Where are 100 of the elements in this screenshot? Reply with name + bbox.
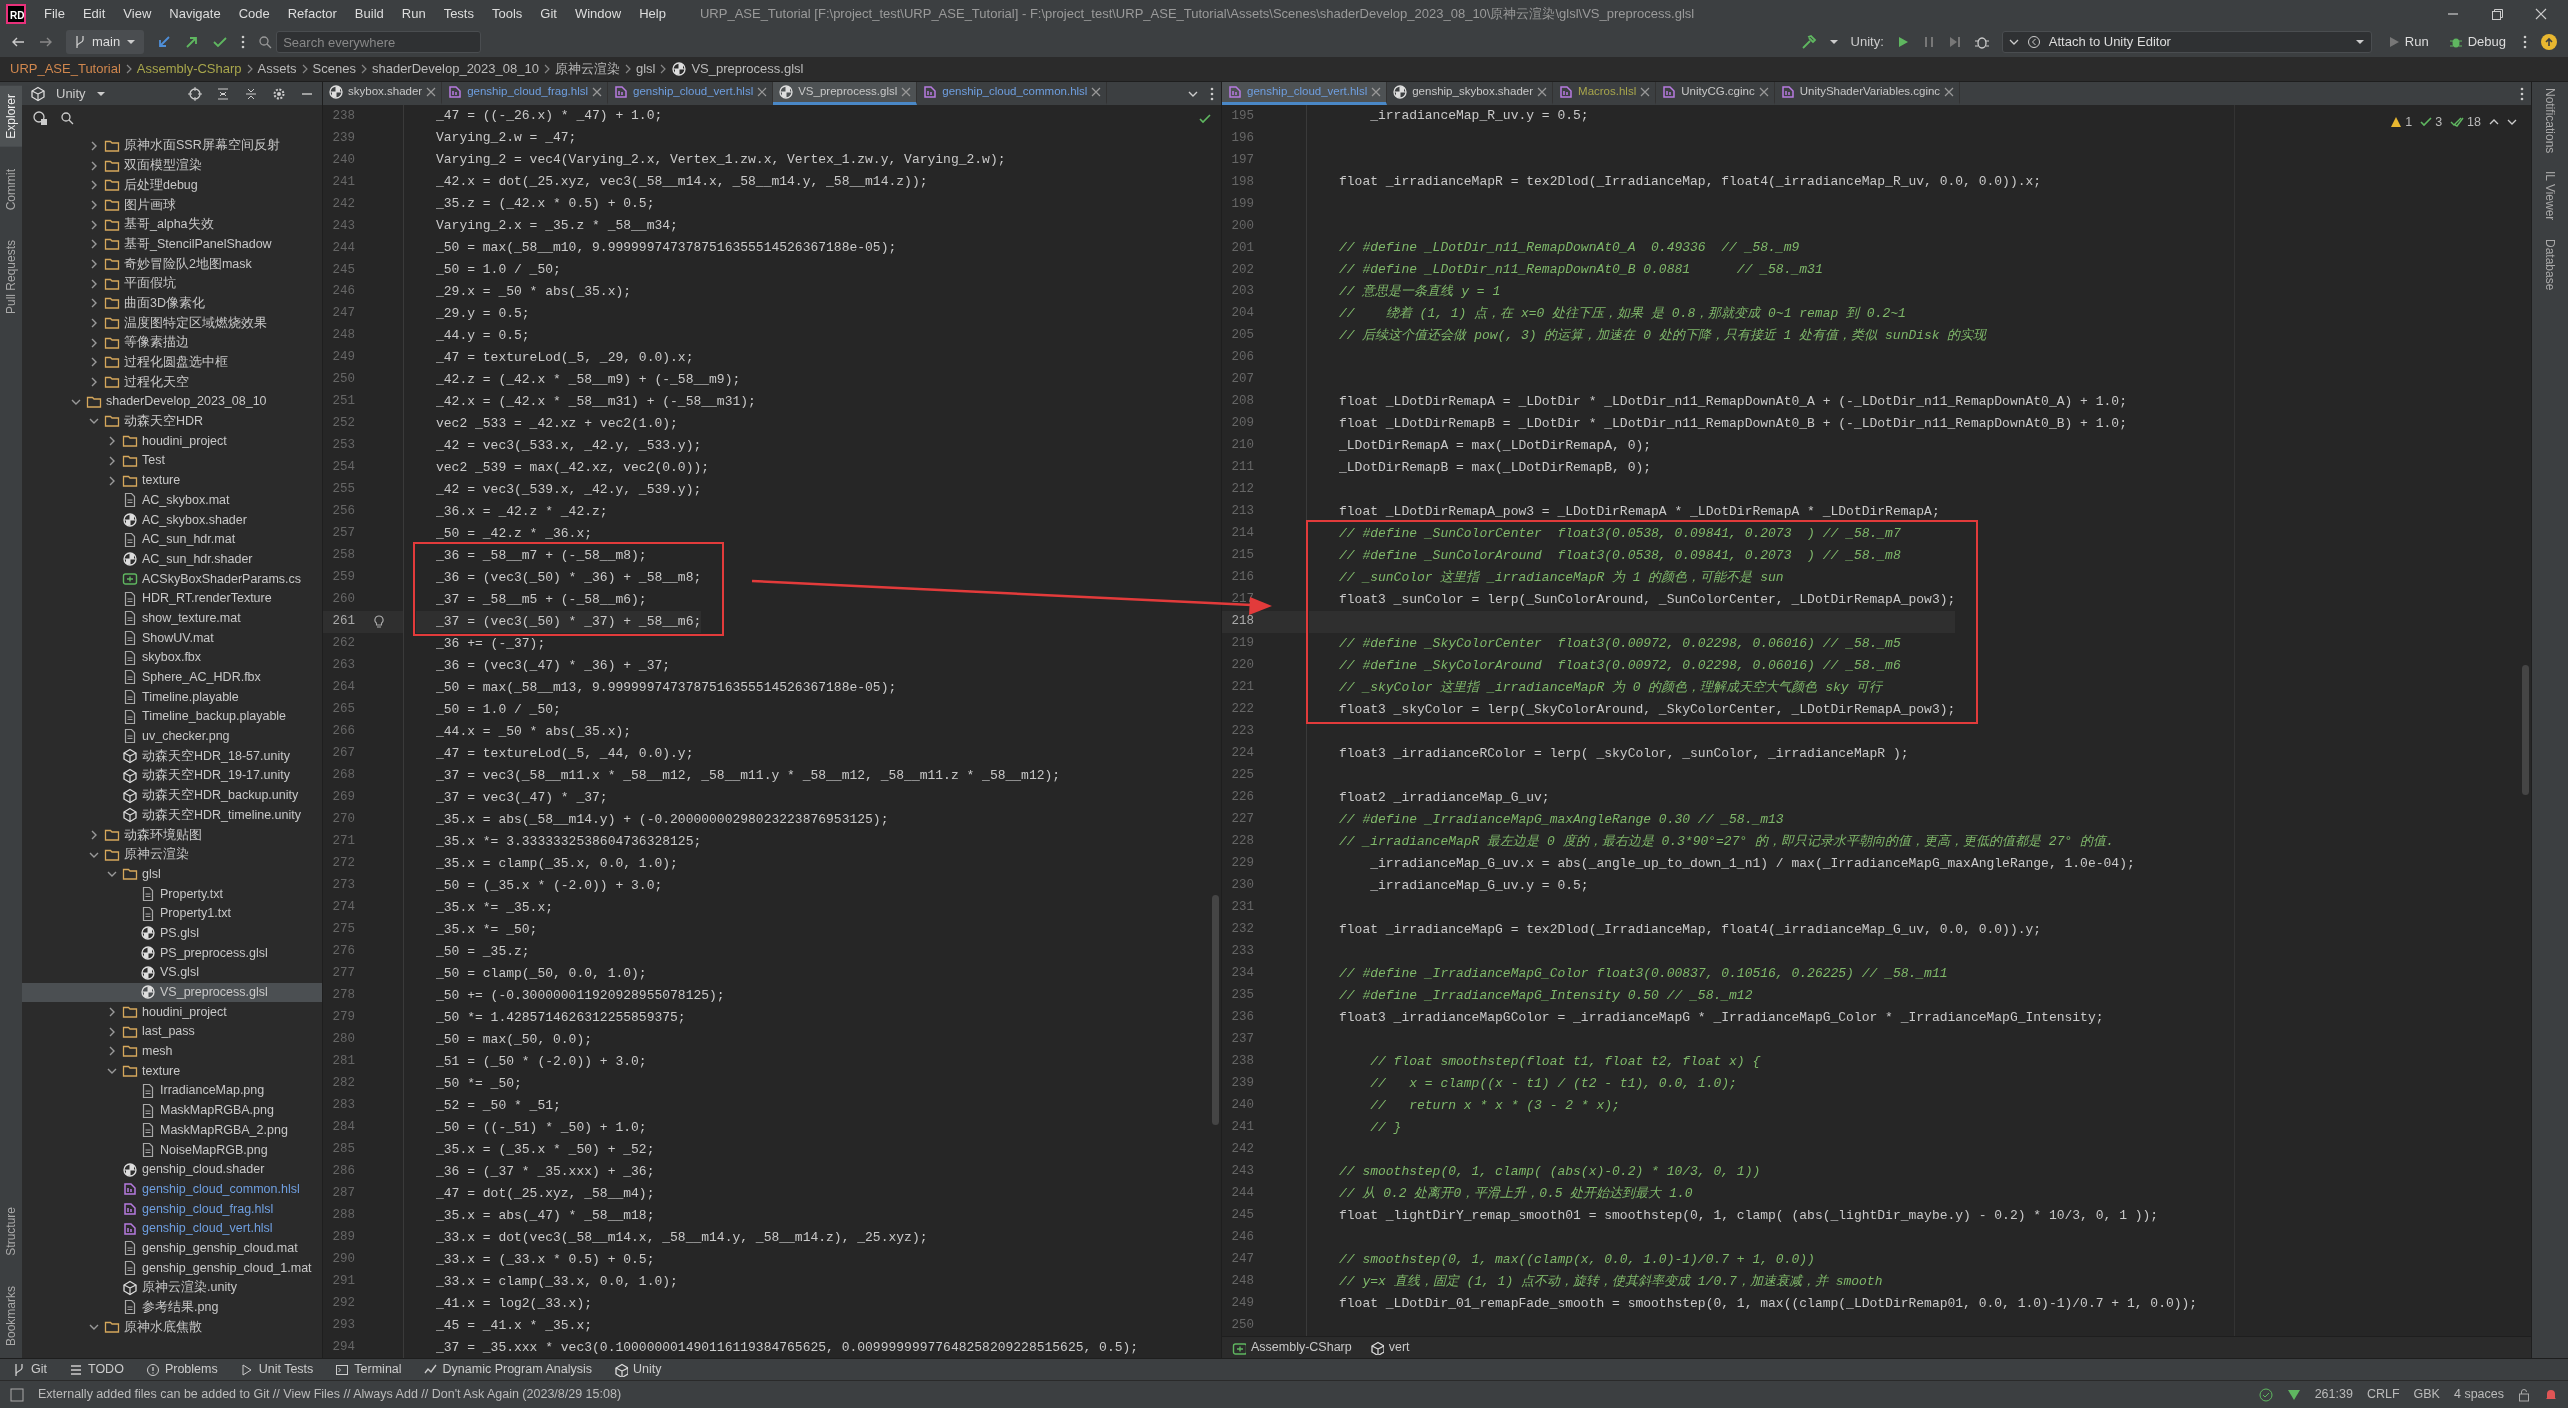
tree-item[interactable]: texture [22,1061,322,1081]
tree-item[interactable]: Property1.txt [22,903,322,924]
tree-item[interactable]: 动森天空HDR_19-17.unity [22,766,322,786]
tree-item[interactable]: MaskMapRGBA_2.png [22,1120,322,1141]
tool-window-tab[interactable]: IL Viewer [2541,171,2559,221]
breadcrumb-link[interactable]: vert [1369,1338,1410,1357]
tree-item[interactable]: 动森天空HDR_backup.unity [22,785,322,806]
tree-item[interactable]: show_texture.mat [22,608,322,629]
tool-window-button[interactable]: Unity [613,1360,662,1379]
tool-window-button[interactable]: Git [12,1360,47,1379]
tool-window-button[interactable]: Unit Tests [239,1360,314,1379]
tree-item[interactable]: Sphere_AC_HDR.fbx [22,667,322,688]
tree-item[interactable]: VS.glsl [22,962,322,983]
breadcrumb-link[interactable]: Assembly-CSharp [136,59,242,79]
tree-item[interactable]: Timeline.playable [22,687,322,707]
menu-item[interactable]: Navigate [169,3,221,24]
tree-item[interactable]: 动森天空HDR_18-57.unity [22,746,322,766]
tree-item[interactable]: 动森天空HDR_timeline.unity [22,805,322,826]
menu-item[interactable]: Code [238,3,270,24]
menu-item[interactable]: Tools [491,3,523,24]
tree-item[interactable]: mesh [22,1041,322,1062]
breadcrumb-link[interactable]: Assembly-CSharp [1232,1338,1352,1357]
tree-item[interactable]: 动森环境贴图 [22,825,322,845]
menu-item[interactable]: Build [354,3,384,24]
weak-warning-count[interactable]: 3 [2420,113,2443,132]
cursor-position[interactable]: 261:39 [2314,1385,2353,1404]
tool-window-tab[interactable]: Pull Requests [0,232,22,323]
tree-item[interactable]: 后处理debug [22,175,322,196]
tree-item[interactable]: texture [22,470,322,491]
branch-button[interactable]: main [66,30,145,54]
tree-item[interactable]: 原神水底焦散 [22,1317,322,1337]
tree-item[interactable]: uv_checker.png [22,726,322,747]
indent-setting[interactable]: 4 spaces [2453,1385,2504,1404]
line-ending[interactable]: CRLF [2366,1385,2400,1404]
tool-window-tab[interactable]: Bookmarks [0,1277,22,1354]
menu-item[interactable]: Run [401,3,426,24]
tree-item[interactable]: MaskMapRGBA.png [22,1100,322,1121]
tree-item[interactable]: genship_genship_cloud.mat [22,1238,322,1259]
run-config-dropdown[interactable]: Attach to Unity Editor [2001,31,2372,53]
tool-window-tab[interactable]: Explorer [0,86,22,147]
breadcrumb-link[interactable]: glsl [635,59,656,79]
debug-button[interactable]: Debug [2444,32,2510,52]
file-encoding[interactable]: GBK [2413,1385,2440,1404]
tree-item[interactable]: NoiseMapRGB.png [22,1140,322,1160]
tree-item[interactable]: 过程化天空 [22,372,322,392]
menu-item[interactable]: Window [574,3,622,24]
tool-window-button[interactable]: Problems [145,1360,218,1379]
tree-item[interactable]: genship_cloud_vert.hlsl [22,1218,322,1239]
tree-item[interactable]: genship_cloud_frag.hlsl [22,1199,322,1219]
tree-item[interactable]: PS_preprocess.glsl [22,943,322,963]
tool-window-button[interactable]: Terminal [335,1360,402,1379]
tool-window-tab[interactable]: Notifications [2541,88,2559,154]
tree-item[interactable]: genship_cloud_common.hlsl [22,1179,322,1200]
tree-item[interactable]: genship_genship_cloud_1.mat [22,1258,322,1278]
tree-item[interactable]: 奇妙冒险队2地图mask [22,254,322,274]
tree-item[interactable]: AC_skybox.mat [22,490,322,511]
menu-item[interactable]: Edit [82,3,106,24]
breadcrumb-link[interactable]: Scenes [312,59,356,79]
tree-item[interactable]: 基哥_StencilPanelShadow [22,234,322,255]
breadcrumb-link[interactable]: 原神云渲染 [554,59,620,79]
panel-title[interactable]: Unity [56,83,86,104]
breadcrumb-link[interactable]: shaderDevelop_2023_08_10 [371,59,539,79]
menu-item[interactable]: Refactor [287,3,337,24]
tree-item[interactable]: 图片画球 [22,195,322,215]
menu-item[interactable]: Help [639,3,666,24]
tree-item[interactable]: 参考结果.png [22,1297,322,1318]
tree-item[interactable]: houdini_project [22,1002,322,1022]
typo-count[interactable]: 18 [2450,113,2481,132]
tree-item[interactable]: Test [22,451,322,471]
tree-item[interactable]: 等像素描边 [22,332,322,353]
tree-item[interactable]: shaderDevelop_2023_08_10 [22,391,322,412]
tool-window-button[interactable]: Dynamic Program Analysis [423,1360,592,1379]
search-field[interactable]: Search everywhere [276,31,482,53]
tool-window-button[interactable]: TODO [69,1360,124,1379]
tree-item[interactable]: 原神云渲染.unity [22,1277,322,1298]
tree-item[interactable]: PS.glsl [22,923,322,944]
tree-item[interactable]: VS_preprocess.glsl [22,982,322,1003]
menu-item[interactable]: File [44,3,65,24]
tree-item[interactable]: 原神云渲染 [22,844,322,865]
tree-item[interactable]: 原神水面SSR屏幕空间反射 [22,136,322,156]
tree-item[interactable]: ACSkyBoxShaderParams.cs [22,569,322,589]
menu-item[interactable]: Tests [443,3,474,24]
tree-item[interactable]: 曲面3D像素化 [22,293,322,314]
tree-item[interactable]: skybox.fbx [22,647,322,668]
tool-window-tab[interactable]: Structure [0,1199,22,1264]
tree-item[interactable]: glsl [22,864,322,885]
tree-item[interactable]: 动森天空HDR [22,411,322,432]
tree-item[interactable]: 平面假坑 [22,273,322,294]
tree-item[interactable]: IrradianceMap.png [22,1081,322,1101]
warning-count[interactable]: 1 [2390,113,2413,132]
tool-window-tab[interactable]: Commit [0,160,22,219]
editor-tab[interactable]: VS_preprocess.glsl [773,82,918,105]
tree-item[interactable]: 双面模型渲染 [22,155,322,176]
menu-item[interactable]: Git [540,3,557,24]
tree-item[interactable]: 基哥_alpha失效 [22,214,322,235]
tree-item[interactable]: Property.txt [22,884,322,904]
tree-item[interactable]: last_pass [22,1021,322,1042]
breadcrumb-link[interactable]: URP_ASE_Tutorial [10,59,121,79]
tree-item[interactable]: AC_skybox.shader [22,510,322,530]
menu-item[interactable]: View [123,3,152,24]
